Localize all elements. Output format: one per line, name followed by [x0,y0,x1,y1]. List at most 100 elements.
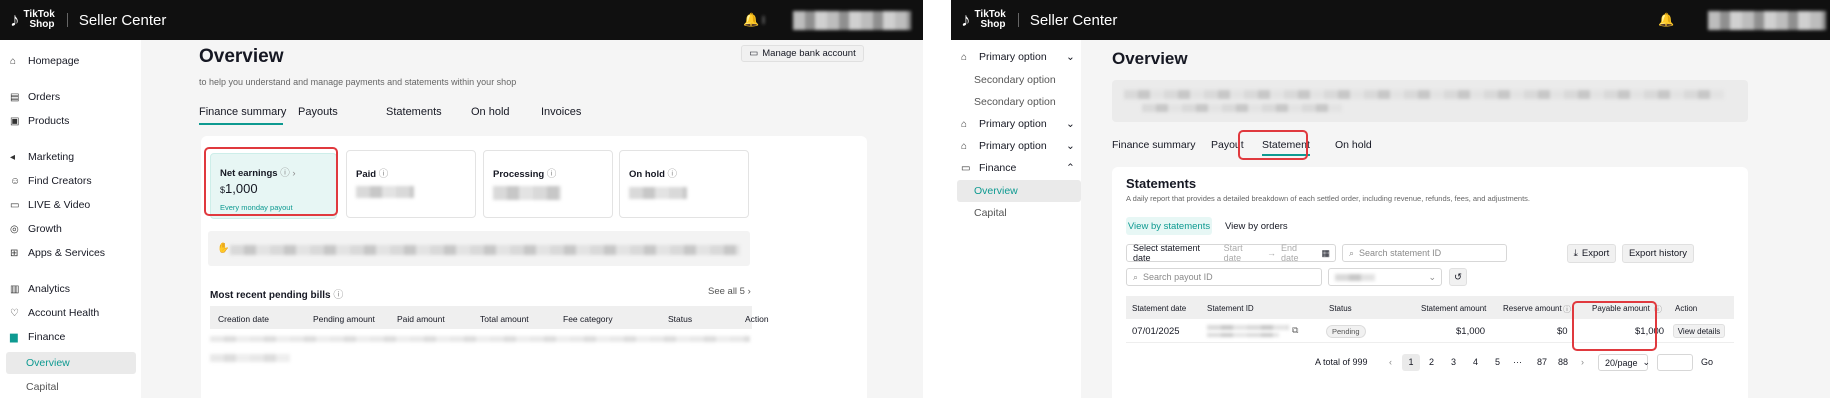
next-page-icon[interactable]: › [1581,357,1584,367]
page-1[interactable]: 1 [1402,354,1420,371]
pending-bills-title: Most recent pending bills ⓘ [210,290,344,301]
statement-amount: $1,000 [1456,326,1486,337]
help-icon: ⓘ [1563,305,1571,314]
column-header: Statement ID [1207,304,1254,313]
page-3[interactable]: 3 [1451,357,1456,367]
chevron-up-icon: ⌃ [1066,162,1075,174]
apps-icon: ⊞ [10,247,19,259]
tab-on-hold[interactable]: On hold [1335,139,1372,151]
column-header: Action [745,314,769,324]
notice-icon: ✋ [217,243,230,254]
sidebar-item-finance[interactable]: ▆ Finance [10,331,65,343]
sidebar-item-homepage[interactable]: ⌂ Homepage [10,55,79,67]
on-hold-card[interactable]: On hold ⓘ [619,150,749,218]
export-button[interactable]: ⤓ Export [1567,244,1616,263]
top-bar: ♪ TikTok Shop Seller Center 🔔 [0,0,923,40]
sidebar-item-growth[interactable]: ◎ Growth [10,223,62,235]
home-icon: ⌂ [961,118,968,130]
account-menu[interactable] [1708,11,1826,30]
page-88[interactable]: 88 [1558,357,1568,367]
sidebar-secondary-option[interactable]: Secondary option [974,96,1056,108]
go-button[interactable]: Go [1701,357,1713,367]
total-count: A total of 999 [1315,357,1368,367]
column-header: Paid amount [397,314,445,324]
statement-id-search[interactable]: ⌕ Search statement ID [1342,244,1507,262]
page-4[interactable]: 4 [1473,357,1478,367]
column-header: Reserve amount [1503,304,1562,313]
account-menu[interactable] [793,11,911,30]
page-87[interactable]: 87 [1537,357,1547,367]
page-ellipsis[interactable]: ··· [1513,357,1522,367]
payout-id-search[interactable]: ⌕ Search payout ID [1126,268,1322,286]
column-header: Pending amount [313,314,375,324]
sidebar-item-finance[interactable]: ▭ Finance ⌃ [961,162,1075,174]
sidebar-secondary-option[interactable]: Secondary option [974,74,1056,86]
prev-page-icon[interactable]: ‹ [1389,357,1392,367]
processing-card[interactable]: Processing ⓘ [483,150,613,218]
sidebar-item-live-video[interactable]: ▭ LIVE & Video [10,199,90,211]
page-2[interactable]: 2 [1429,357,1434,367]
tiktok-shop-logo[interactable]: ♪ TikTok Shop [961,10,1006,30]
sidebar-item-orders[interactable]: ▤ Orders [10,91,60,103]
column-header: Status [1329,304,1352,313]
manage-bank-account-button[interactable]: ▭ Manage bank account [741,45,864,62]
sidebar-primary-option-2[interactable]: ⌂ Primary option ⌄ [961,118,1075,130]
paid-card[interactable]: Paid ⓘ [346,150,476,218]
download-icon: ⤓ [1573,248,1578,259]
statements-panel: ♪ TikTok Shop Seller Center 🔔 ⌂ Primary op… [951,0,1830,398]
redacted-row [210,354,290,362]
home-icon: ⌂ [961,51,968,63]
tab-statements[interactable]: Statements [386,106,442,118]
sidebar-item-products[interactable]: ▣ Products [10,115,69,127]
shield-icon: ♡ [10,307,19,319]
main-content: Overview to help you understand and mana… [141,40,923,398]
tab-finance-summary[interactable]: Finance summary [1112,139,1195,151]
tab-invoices[interactable]: Invoices [541,106,581,118]
highlight-box [1238,130,1308,160]
megaphone-icon: ◂ [10,151,16,163]
statement-date-picker[interactable]: Select statement date Start date → End date… [1126,243,1336,263]
view-by-statements-tab[interactable]: View by statements [1126,217,1212,235]
home-icon: ⌂ [10,55,17,67]
sidebar-primary-option-1[interactable]: ⌂ Primary option ⌄ [961,51,1075,63]
highlight-box [1572,301,1657,351]
reset-filters-button[interactable]: ↺ [1449,268,1467,286]
see-all-link[interactable]: See all 5 › [708,286,751,297]
tab-payouts[interactable]: Payouts [298,106,338,118]
column-header: Fee category [563,314,613,324]
pagination: A total of 999 ‹ 1 2 3 4 5 ··· 87 88 › 2… [1112,352,1748,374]
bank-icon: ▭ [749,48,759,59]
copy-icon[interactable]: ⧉ [1292,325,1298,336]
bell-icon[interactable]: 🔔 [743,12,759,28]
goto-page-input[interactable] [1657,354,1693,371]
main-content: Overview Finance summary Payout Statemen… [1081,40,1830,398]
sidebar-primary-option-3[interactable]: ⌂ Primary option ⌄ [961,140,1075,152]
sidebar-item-analytics[interactable]: ▥ Analytics [10,283,70,295]
column-header: Total amount [480,314,529,324]
view-by-orders-tab[interactable]: View by orders [1225,221,1288,232]
sidebar-item-find-creators[interactable]: ☺ Find Creators [10,175,92,187]
status-select[interactable]: ⌄ [1328,268,1442,286]
sidebar-item-apps-services[interactable]: ⊞ Apps & Services [10,247,105,259]
statements-description: A daily report that provides a detailed … [1126,194,1531,203]
page-5[interactable]: 5 [1495,357,1500,367]
bell-icon[interactable]: 🔔 [1658,12,1674,28]
page-size-select[interactable]: 20/page ⌄ [1598,354,1650,371]
export-history-button[interactable]: Export history [1622,244,1694,263]
view-details-button[interactable]: View details [1673,324,1725,338]
divider [1017,13,1019,27]
sidebar-item-overview[interactable]: Overview [26,357,70,369]
paid-label: Paid ⓘ [356,169,389,180]
sidebar-item-marketing[interactable]: ◂ Marketing [10,151,74,163]
table-header: Creation date Pending amount Paid amount… [210,306,769,329]
sidebar-item-account-health[interactable]: ♡ Account Health [10,307,99,319]
column-header: Statement date [1132,304,1187,313]
redacted-statement-id [1207,325,1289,330]
help-icon: ⓘ [546,169,557,180]
tab-finance-summary[interactable]: Finance summary [199,106,286,118]
tiktok-shop-logo[interactable]: ♪ TikTok Shop [10,10,55,30]
sidebar-item-capital[interactable]: Capital [974,207,1007,219]
sidebar-item-capital[interactable]: Capital [26,381,59,393]
sidebar-item-overview[interactable]: Overview [974,185,1018,197]
tab-on-hold[interactable]: On hold [471,106,510,118]
